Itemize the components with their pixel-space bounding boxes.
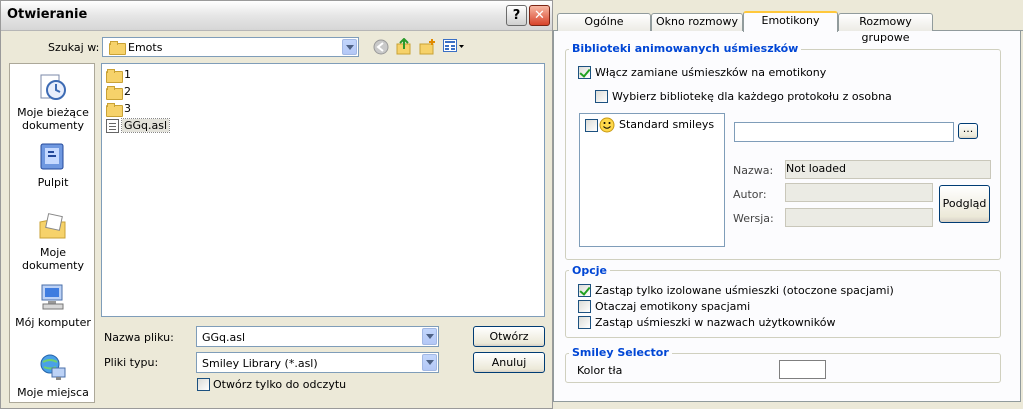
list-item-label: 2 (124, 85, 131, 98)
smiley-selector-title: Smiley Selector (569, 346, 672, 359)
library-path-input[interactable] (734, 122, 954, 142)
enable-emoticons-checkbox[interactable] (578, 66, 591, 79)
my-documents-icon (38, 212, 68, 242)
list-item[interactable]: GGq.asl (106, 118, 171, 135)
usernames-checkbox[interactable] (578, 316, 591, 329)
cancel-button[interactable]: Anuluj (473, 352, 545, 373)
folder-icon (106, 69, 123, 83)
list-item[interactable]: 3 (106, 102, 131, 118)
view-menu-icon[interactable] (443, 39, 465, 54)
browse-button[interactable]: ... (958, 123, 978, 139)
lookin-combo[interactable]: Emots (102, 37, 359, 57)
surround-spaces-checkbox[interactable] (578, 300, 591, 313)
new-folder-icon[interactable] (419, 38, 436, 55)
library-item-label[interactable]: Standard smileys (619, 118, 714, 131)
list-item-label: 3 (124, 102, 131, 115)
place-my-computer[interactable]: Mój komputer (10, 282, 96, 329)
readonly-checkbox[interactable] (197, 378, 210, 391)
network-places-icon (38, 352, 68, 382)
tab-general[interactable]: Ogólne (557, 13, 651, 31)
list-item[interactable]: 1 (106, 68, 131, 84)
up-folder-icon[interactable] (396, 37, 412, 55)
surround-spaces-label[interactable]: Otaczaj emotikony spacjami (595, 300, 750, 313)
filetype-combo[interactable]: Smiley Library (*.asl) (196, 352, 439, 373)
bg-color-label: Kolor tła (577, 364, 623, 377)
smiley-icon (599, 117, 615, 133)
chevron-down-icon[interactable] (342, 39, 357, 55)
per-protocol-checkbox[interactable] (595, 90, 608, 103)
place-recent-label: Moje bieżące dokumenty (17, 106, 89, 132)
list-item-label: GGq.asl (120, 118, 171, 133)
back-icon[interactable] (373, 39, 389, 55)
readonly-label[interactable]: Otwórz tylko do odczytu (213, 378, 346, 391)
options-group-title: Opcje (569, 264, 610, 277)
bg-color-swatch[interactable] (779, 360, 826, 379)
libraries-group-title: Biblioteki animowanych uśmieszków (569, 42, 802, 55)
my-computer-icon (38, 282, 68, 312)
author-label: Autor: (733, 188, 767, 201)
list-item[interactable]: 2 (106, 85, 131, 101)
settings-panel: Ogólne Okno rozmowy Emotikony Rozmowy gr… (553, 0, 1023, 409)
open-button[interactable]: Otwórz (473, 326, 545, 347)
author-field (785, 183, 933, 202)
close-button[interactable]: ✕ (529, 5, 550, 26)
place-desktop-label: Pulpit (37, 176, 69, 189)
open-dialog: Otwieranie ? ✕ Szukaj w: Emots Moje bież… (0, 0, 553, 409)
isolated-only-checkbox[interactable] (578, 284, 591, 297)
isolated-only-label[interactable]: Zastąp tylko izolowane uśmieszki (otoczo… (595, 284, 894, 297)
places-bar: Moje bieżące dokumenty Pulpit Moje dokum… (9, 63, 95, 403)
filename-value: GGq.asl (202, 331, 246, 344)
place-recent[interactable]: Moje bieżące dokumenty (10, 72, 96, 132)
tab-chat-window[interactable]: Okno rozmowy (651, 13, 743, 31)
help-button[interactable]: ? (506, 5, 527, 26)
version-field (785, 208, 933, 227)
library-item-checkbox[interactable] (585, 119, 598, 132)
dialog-title: Otwieranie (7, 7, 88, 22)
place-my-computer-label: Mój komputer (15, 316, 91, 329)
desktop-icon (38, 142, 68, 172)
filename-input[interactable]: GGq.asl (196, 326, 439, 347)
chevron-down-icon[interactable] (422, 328, 437, 345)
file-list[interactable]: 1 2 3 GGq.asl (101, 63, 545, 317)
name-label: Nazwa: (733, 164, 774, 177)
lookin-label: Szukaj w: (48, 41, 100, 54)
place-desktop[interactable]: Pulpit (10, 142, 96, 189)
name-value: Not loaded (786, 162, 847, 175)
lookin-value: Emots (128, 41, 163, 54)
place-network-label: Moje miejsca (17, 386, 89, 399)
library-list[interactable]: Standard smileys (579, 113, 725, 247)
file-icon (106, 119, 119, 133)
place-my-documents-label: Moje dokumenty (22, 246, 84, 272)
enable-emoticons-label[interactable]: Włącz zamiane uśmieszków na emotikony (595, 66, 826, 79)
tab-group-chats[interactable]: Rozmowy grupowe (838, 13, 933, 44)
tab-emoticons[interactable]: Emotikony (743, 11, 838, 32)
filetype-label: Pliki typu: (104, 356, 159, 369)
folder-icon (106, 103, 123, 117)
place-network[interactable]: Moje miejsca (10, 352, 96, 399)
recent-documents-icon (38, 72, 68, 102)
filetype-value: Smiley Library (*.asl) (202, 357, 318, 370)
folder-icon (109, 41, 126, 55)
folder-icon (106, 86, 123, 100)
list-item-label: 1 (124, 68, 131, 81)
chevron-down-icon[interactable] (422, 354, 437, 371)
preview-button[interactable]: Podgląd (939, 185, 990, 223)
filename-label: Nazwa pliku: (104, 331, 174, 344)
per-protocol-label[interactable]: Wybierz bibliotekę dla każdego protokołu… (612, 90, 892, 103)
place-my-documents[interactable]: Moje dokumenty (10, 212, 96, 272)
name-field: Not loaded (785, 160, 991, 179)
usernames-label[interactable]: Zastąp uśmieszki w nazwach użytkowników (595, 316, 835, 329)
version-label: Wersja: (733, 212, 774, 225)
